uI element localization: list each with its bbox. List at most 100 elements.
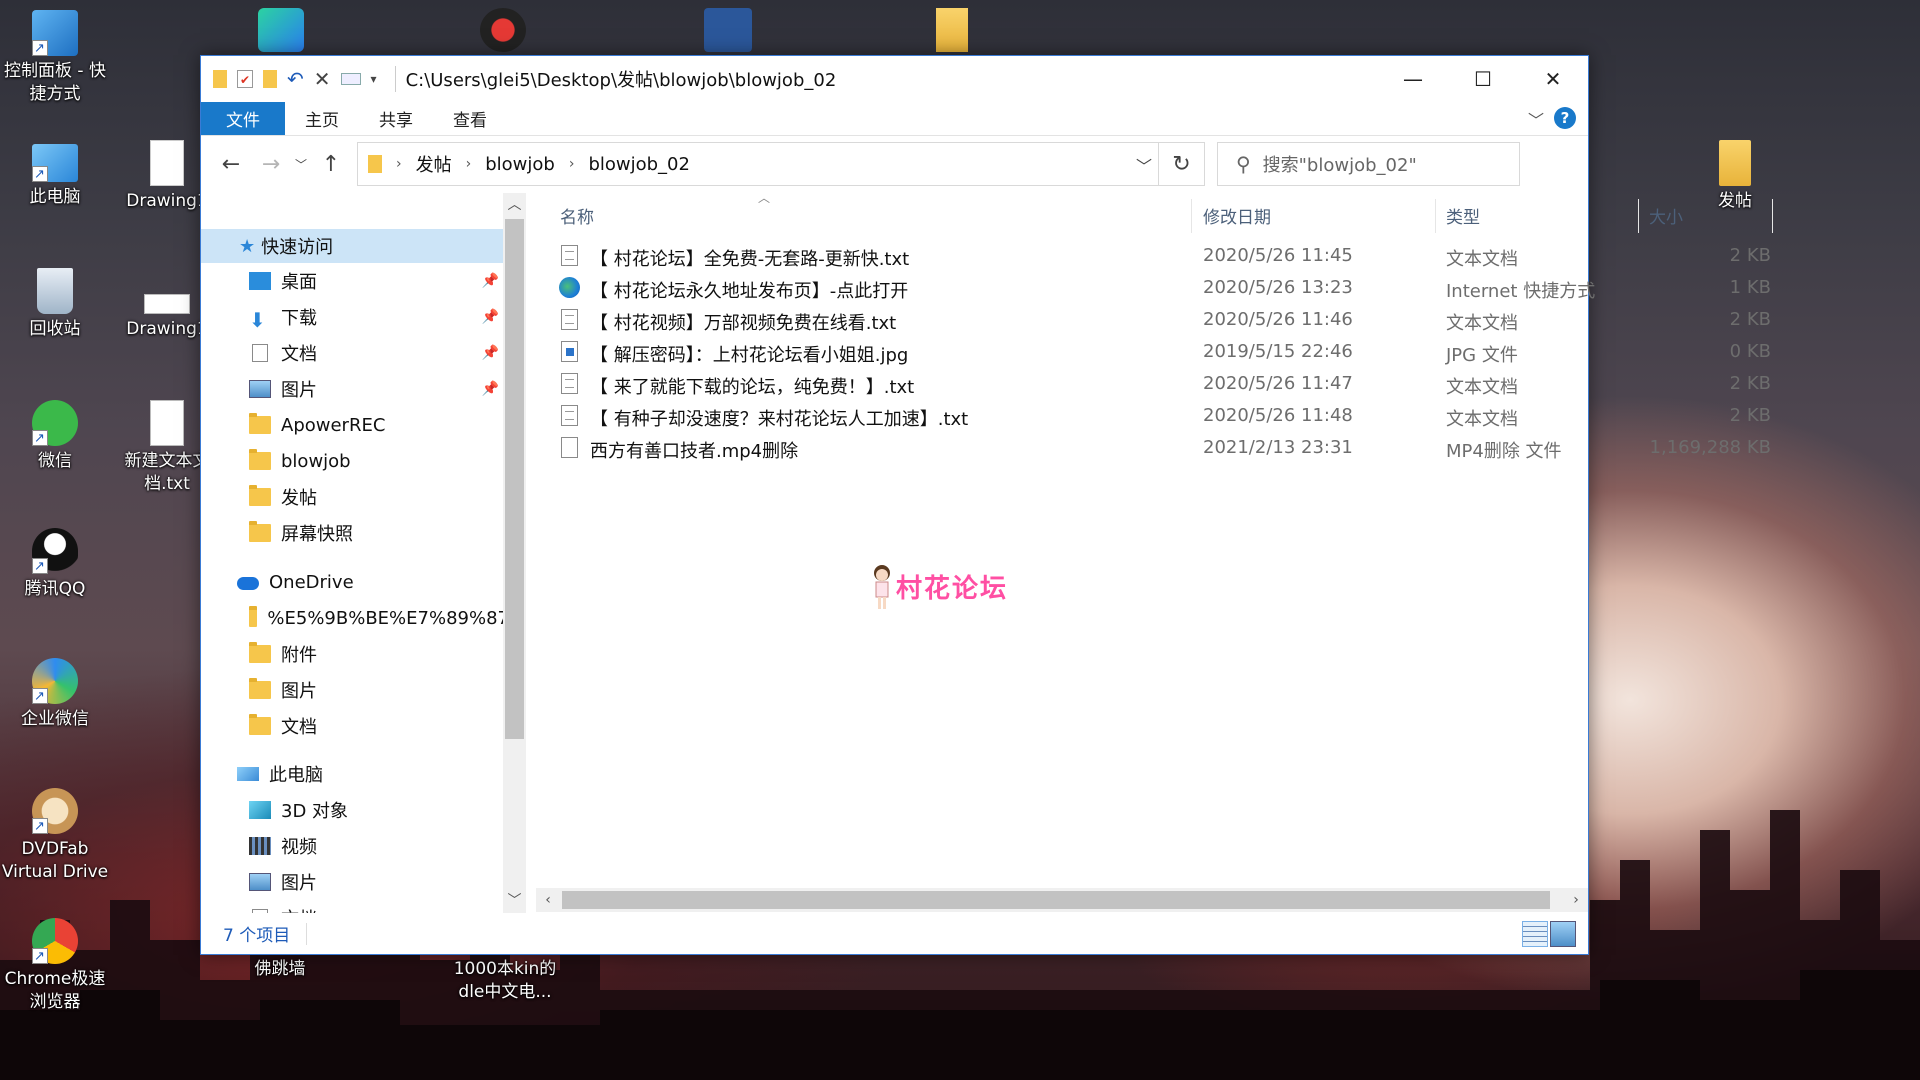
scrollbar-thumb[interactable] — [505, 219, 524, 739]
desktop-icon-kindle-folder[interactable]: 1000本kin的dle中文电... — [450, 958, 560, 1004]
nav-item-onedrive-folder[interactable]: %E5%9B%BE%E7%89%87 — [249, 601, 509, 635]
up-button[interactable]: ↑ — [311, 144, 351, 184]
tab-share[interactable]: 共享 — [359, 102, 433, 135]
expand-ribbon-icon[interactable]: ﹀ — [1528, 107, 1544, 131]
recent-locations-button[interactable]: ﹀ — [291, 144, 311, 184]
desktop-icon-dvdfab[interactable]: DVDFab Virtual Drive — [0, 788, 110, 884]
desktop-icon-chrome[interactable]: Chrome极速浏览器 — [0, 918, 110, 1014]
nav-onedrive[interactable]: OneDrive — [237, 565, 499, 599]
nav-this-pc[interactable]: 此电脑 — [237, 757, 499, 791]
chrome-icon — [32, 918, 78, 968]
minimize-button[interactable]: — — [1378, 56, 1448, 101]
file-type: 文本文档 — [1446, 409, 1518, 430]
nav-item-onedrive-documents[interactable]: 文档 — [249, 709, 499, 743]
file-list-hscrollbar[interactable]: ‹ › — [536, 888, 1588, 912]
file-name: 【 来了就能下载的论坛，纯免费！】.txt — [590, 377, 915, 398]
desktop-icon-qq[interactable]: 腾讯QQ — [0, 528, 110, 601]
nav-item-apowerrec[interactable]: ApowerREC — [249, 408, 499, 442]
file-row[interactable]: 西方有善口技者.mp4删除 2021/2/13 23:31 MP4删除 文件 1… — [536, 432, 1771, 464]
file-date: 2020/5/26 13:23 — [1203, 277, 1353, 298]
file-row[interactable]: 【 有种子却没速度？来村花论坛人工加速】.txt 2020/5/26 11:48… — [536, 400, 1771, 432]
close-button[interactable]: ✕ — [1518, 56, 1588, 101]
nav-item-blowjob[interactable]: blowjob — [249, 444, 499, 478]
folder-icon[interactable] — [936, 8, 968, 52]
nav-scrollbar[interactable]: ︿ ﹀ — [503, 193, 526, 913]
column-divider[interactable] — [1772, 199, 1773, 233]
file-row[interactable]: 【 来了就能下载的论坛，纯免费！】.txt 2020/5/26 11:47 文本… — [536, 368, 1771, 400]
nav-item-pc-documents[interactable]: 文档 — [249, 901, 499, 913]
scroll-right-arrow[interactable]: › — [1564, 888, 1588, 912]
tab-file[interactable]: 文件 — [201, 102, 285, 135]
breadcrumb-item[interactable]: blowjob_02 — [588, 154, 690, 175]
address-bar[interactable]: › 发帖 › blowjob › blowjob_02 ﹀ ↻ — [357, 142, 1205, 186]
help-button[interactable]: ? — [1554, 107, 1576, 129]
forward-button[interactable]: → — [251, 144, 291, 184]
chevron-right-icon: › — [568, 156, 575, 172]
nav-item-screenshots[interactable]: 屏幕快照 — [249, 516, 499, 550]
videos-icon — [249, 837, 271, 855]
new-folder-icon[interactable] — [263, 69, 277, 88]
back-button[interactable]: ← — [211, 144, 251, 184]
breadcrumb-item[interactable]: 发帖 — [416, 151, 452, 177]
properties-icon[interactable]: ✔ — [237, 69, 253, 88]
delete-icon[interactable]: ✕ — [314, 67, 331, 91]
file-row[interactable]: 【 村花视频】万部视频免费在线看.txt 2020/5/26 11:46 文本文… — [536, 304, 1771, 336]
nav-item-pictures[interactable]: 图片 📌 — [249, 372, 499, 406]
desktop-icon-fotiaoqiang[interactable]: 佛跳墙 — [225, 958, 335, 981]
large-icons-view-icon[interactable] — [1550, 921, 1576, 947]
nav-item-onedrive-pictures[interactable]: 图片 — [249, 673, 499, 707]
desktop-icon-this-pc[interactable]: 此电脑 — [0, 140, 110, 209]
folder-icon — [1719, 140, 1751, 186]
tab-home[interactable]: 主页 — [285, 102, 359, 135]
navigation-pane: ★ 快速访问 桌面 📌 ⬇ 下载 📌 文档 📌 图片 📌 ApowerREC b… — [201, 193, 526, 913]
nav-quick-access[interactable]: ★ 快速访问 — [201, 229, 503, 263]
file-type: 文本文档 — [1446, 377, 1518, 398]
nav-item-3d-objects[interactable]: 3D 对象 — [249, 793, 499, 827]
folder-icon — [249, 521, 271, 542]
scroll-down-arrow[interactable]: ﹀ — [503, 889, 526, 913]
column-header-date[interactable]: 修改日期 — [1203, 193, 1433, 237]
search-input[interactable]: ⚲ 搜索"blowjob_02" — [1217, 142, 1520, 186]
media-player-icon[interactable] — [258, 8, 304, 52]
maximize-button[interactable]: ☐ — [1448, 56, 1518, 101]
desktop-icon-control-panel[interactable]: 控制面板 - 快捷方式 — [0, 10, 110, 106]
status-bar: 7 个项目 — [201, 913, 1588, 954]
desktop-icon-wecom[interactable]: 企业微信 — [0, 658, 110, 731]
scrollbar-thumb[interactable] — [562, 891, 1550, 909]
nav-item-desktop[interactable]: 桌面 📌 — [249, 264, 499, 298]
dvdfab-icon — [32, 788, 78, 838]
rename-icon[interactable] — [340, 72, 361, 85]
nav-item-fatie[interactable]: 发帖 — [249, 480, 499, 514]
pin-icon: 📌 — [481, 309, 499, 325]
scroll-left-arrow[interactable]: ‹ — [536, 888, 560, 912]
desktop-icon-wechat[interactable]: 微信 — [0, 400, 110, 473]
column-header-type[interactable]: 类型 — [1446, 193, 1636, 237]
chevron-down-icon[interactable]: ﹀ — [1136, 153, 1152, 177]
tab-view[interactable]: 查看 — [433, 102, 507, 135]
nav-item-documents[interactable]: 文档 📌 — [249, 336, 499, 370]
details-view-icon[interactable] — [1522, 921, 1548, 947]
column-header-name[interactable]: 名称 — [560, 193, 920, 237]
file-name: 【 解压密码】：上村花论坛看小姐姐.jpg — [590, 345, 909, 366]
undo-icon[interactable]: ↶ — [287, 67, 304, 91]
nav-item-downloads[interactable]: ⬇ 下载 📌 — [249, 300, 499, 334]
word-icon[interactable] — [704, 8, 752, 52]
column-divider[interactable] — [1638, 199, 1639, 233]
file-row[interactable]: 【 解压密码】：上村花论坛看小姐姐.jpg 2019/5/15 22:46 JP… — [536, 336, 1771, 368]
column-divider[interactable] — [1435, 199, 1436, 233]
customize-toolbar-icon[interactable]: ▾ — [371, 72, 377, 86]
column-divider[interactable] — [1191, 199, 1192, 233]
file-row[interactable]: 【 村花论坛永久地址发布页】-点此打开 2020/5/26 13:23 Inte… — [536, 272, 1771, 304]
screen-recorder-icon[interactable] — [480, 8, 526, 52]
nav-item-attachments[interactable]: 附件 — [249, 637, 499, 671]
window-controls: — ☐ ✕ — [1378, 56, 1588, 101]
scroll-up-arrow[interactable]: ︿ — [503, 193, 526, 217]
column-header-size[interactable]: 大小 — [1649, 193, 1769, 237]
file-type: Internet 快捷方式 — [1446, 281, 1596, 302]
refresh-button[interactable]: ↻ — [1158, 143, 1204, 185]
file-row[interactable]: 【 村花论坛】全免费-无套路-更新快.txt 2020/5/26 11:45 文… — [536, 240, 1771, 272]
desktop-icon-recycle-bin[interactable]: 回收站 — [0, 268, 110, 341]
breadcrumb-item[interactable]: blowjob — [485, 154, 555, 175]
nav-item-videos[interactable]: 视频 — [249, 829, 499, 863]
nav-item-pc-pictures[interactable]: 图片 — [249, 865, 499, 899]
